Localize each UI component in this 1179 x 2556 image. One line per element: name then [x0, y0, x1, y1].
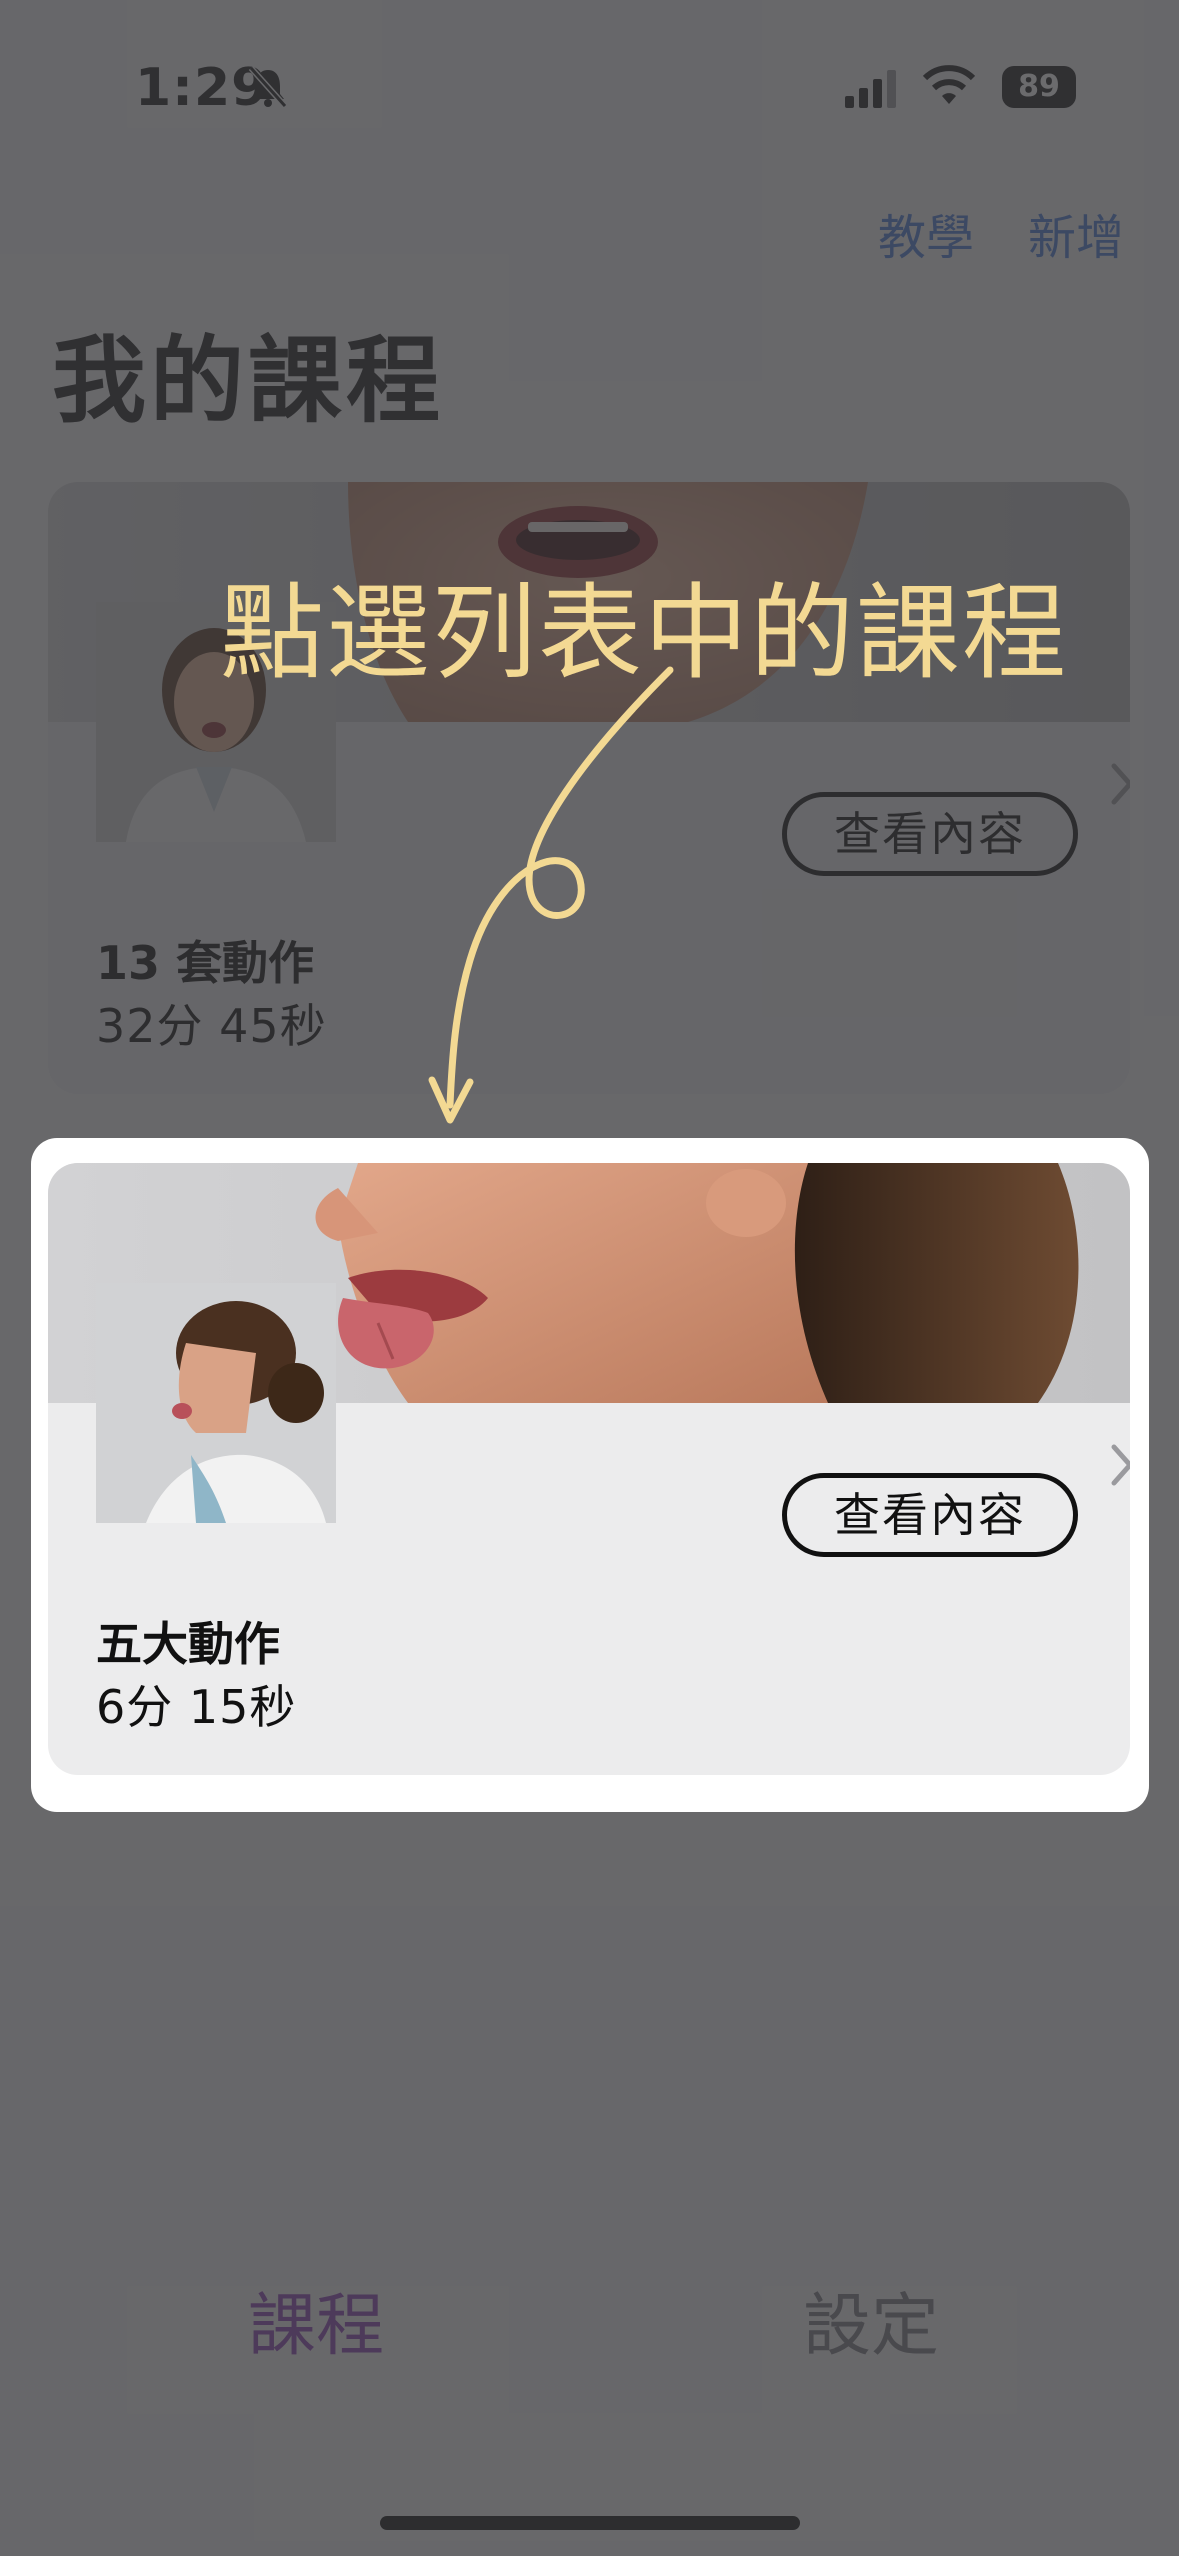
tutorial-link[interactable]: 教學: [878, 198, 974, 268]
course-duration: 32分 45秒: [96, 999, 327, 1053]
battery-indicator: 89: [1002, 66, 1076, 108]
signal-icon: [845, 70, 896, 108]
wifi-icon: [922, 65, 976, 104]
chevron-right-icon: [1111, 1444, 1130, 1486]
page-title: 我的課程: [52, 327, 445, 436]
add-course-link[interactable]: 新增: [1028, 198, 1124, 268]
tab-settings[interactable]: 設定: [803, 2270, 939, 2369]
chevron-right-icon: [1111, 763, 1130, 805]
home-indicator[interactable]: [380, 2516, 800, 2530]
tab-bar: 課程 設定: [0, 2230, 1179, 2430]
arrow-down-icon: [428, 666, 674, 1124]
course-duration: 6分 15秒: [96, 1680, 297, 1734]
course-card-highlighted[interactable]: 查看內容 五大動作 6分 15秒: [48, 1163, 1130, 1775]
course-thumbnail: [96, 1283, 336, 1523]
tab-courses[interactable]: 課程: [248, 2270, 384, 2369]
course-title: 五大動作: [96, 1617, 280, 1671]
status-bar: 1:29 89: [0, 0, 1179, 170]
view-content-button[interactable]: 查看內容: [782, 792, 1078, 876]
bell-muted-icon: [248, 65, 288, 109]
view-content-button[interactable]: 查看內容: [782, 1473, 1078, 1557]
course-title: 13 套動作: [96, 936, 315, 990]
